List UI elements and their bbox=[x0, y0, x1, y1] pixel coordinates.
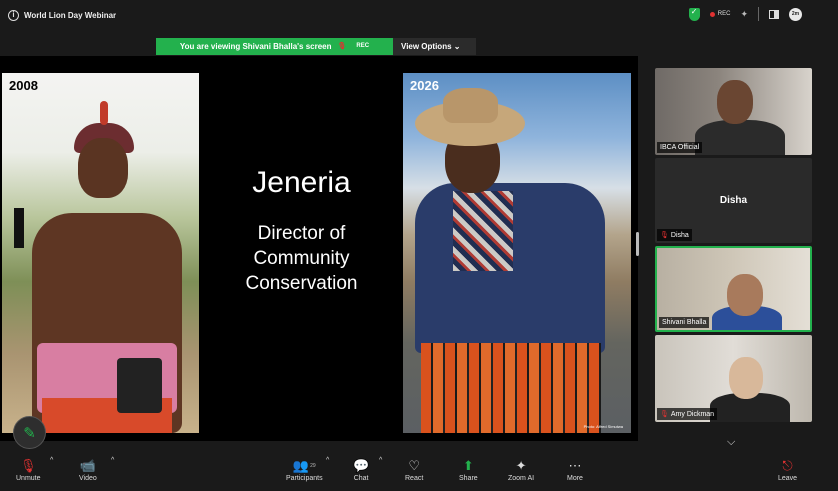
slide-role: Director of Community Conservation bbox=[200, 221, 403, 296]
photo-figure bbox=[78, 138, 128, 198]
view-options-label: View Options bbox=[401, 42, 452, 51]
recording-label: REC bbox=[717, 11, 731, 17]
divider bbox=[758, 7, 759, 21]
participants-label: Participants bbox=[286, 475, 323, 482]
security-shield-icon[interactable] bbox=[688, 7, 700, 21]
video-tile[interactable]: 🎙 Amy Dickman bbox=[655, 335, 812, 422]
mic-muted-icon: 🎙 bbox=[20, 458, 37, 473]
year-label-right: 2026 bbox=[410, 78, 439, 93]
mic-muted-icon: 🎙 bbox=[660, 411, 669, 418]
unmute-label: Unmute bbox=[16, 475, 41, 482]
participant-name-tag: IBCA Official bbox=[657, 142, 703, 153]
video-options-caret[interactable]: ^ bbox=[111, 457, 114, 464]
participant-figure bbox=[695, 120, 785, 155]
chat-icon: 💬 bbox=[353, 458, 370, 473]
viewing-screen-label: You are viewing Shivani Bhalla's screen … bbox=[156, 38, 393, 55]
participant-name-tag: Shivani Bhalla bbox=[659, 317, 710, 328]
react-label: React bbox=[405, 475, 424, 482]
unmute-button[interactable]: 🎙 Unmute bbox=[16, 457, 41, 482]
photo-figure bbox=[453, 191, 513, 271]
more-label: More bbox=[567, 475, 583, 482]
photo-figure bbox=[117, 358, 162, 413]
leave-button[interactable]: ⎋ Leave bbox=[778, 457, 797, 482]
photo-figure bbox=[443, 88, 498, 123]
mic-muted-icon: 🎙 bbox=[337, 43, 347, 50]
participant-name: Amy Dickman bbox=[670, 410, 715, 418]
record-dot-icon bbox=[709, 11, 715, 17]
participant-name: IBCA Official bbox=[660, 144, 700, 151]
participant-figure bbox=[717, 80, 753, 124]
screen-share-banner: You are viewing Shivani Bhalla's screen … bbox=[156, 38, 476, 55]
window-title: World Lion Day Webinar bbox=[24, 10, 117, 20]
zoom-ai-button[interactable]: ✦ Zoom AI bbox=[508, 457, 534, 482]
participant-figure bbox=[729, 357, 763, 399]
audio-options-caret[interactable]: ^ bbox=[50, 457, 53, 464]
pencil-icon: ✎ bbox=[23, 424, 36, 442]
view-options-button[interactable]: View Options ⌄ bbox=[393, 38, 476, 55]
share-label: Share bbox=[459, 475, 478, 482]
role-line: Conservation bbox=[245, 273, 358, 294]
participant-name: Shivani Bhalla bbox=[662, 319, 707, 326]
viewing-text: You are viewing Shivani Bhalla's screen bbox=[179, 42, 332, 51]
chat-button[interactable]: 💬 Chat bbox=[353, 457, 369, 482]
participants-button[interactable]: 👥 29 Participants bbox=[286, 457, 323, 482]
year-label-left: 2008 bbox=[9, 78, 38, 93]
react-button[interactable]: ♡ React bbox=[405, 457, 423, 482]
banner-rec-label: REC bbox=[356, 43, 370, 49]
video-button[interactable]: 📹 Video bbox=[79, 457, 97, 482]
chat-options-caret[interactable]: ^ bbox=[379, 457, 382, 464]
chevron-down-icon: ⌄ bbox=[453, 42, 461, 51]
title-bar: i World Lion Day Webinar REC ✦ 2m bbox=[0, 0, 838, 30]
leave-door-icon: ⎋ bbox=[782, 458, 793, 473]
video-label: Video bbox=[79, 475, 97, 482]
participants-icon: 👥 29 bbox=[292, 458, 316, 473]
share-screen-icon: ⬆ bbox=[462, 458, 474, 473]
video-tile[interactable]: IBCA Official bbox=[655, 68, 812, 155]
annotate-pencil-button[interactable]: ✎ bbox=[13, 416, 46, 449]
participant-name-tag: 🎙 Disha bbox=[657, 229, 692, 241]
mic-muted-icon: 🎙 bbox=[660, 232, 669, 239]
sparkle-icon: ✦ bbox=[515, 458, 527, 473]
role-line: Community bbox=[253, 248, 350, 269]
panel-resize-handle[interactable] bbox=[636, 232, 639, 256]
leave-label: Leave bbox=[778, 475, 798, 482]
role-line: Director of bbox=[257, 223, 346, 244]
photo-2008: 2008 bbox=[2, 73, 199, 433]
zoom-ai-label: Zoom AI bbox=[508, 475, 535, 482]
meeting-toolbar: 🎙 Unmute ^ 📹 Video ^ 👥 29 Participants ^ … bbox=[0, 451, 838, 491]
video-tile[interactable]: Disha 🎙 Disha bbox=[655, 158, 812, 243]
pin-icon[interactable]: ✦ bbox=[740, 9, 748, 20]
chat-label: Chat bbox=[353, 475, 369, 482]
title-bar-controls: REC ✦ 2m bbox=[688, 7, 802, 21]
more-icon: ⋯ bbox=[568, 458, 582, 473]
photo-credit: Photo: Alfred Simutwa bbox=[583, 424, 623, 429]
participant-display-name: Disha bbox=[719, 195, 748, 206]
info-icon[interactable]: i bbox=[8, 9, 19, 21]
chevron-down-icon[interactable]: ⌵ bbox=[727, 436, 735, 449]
recording-indicator[interactable]: REC bbox=[709, 11, 731, 17]
participants-count: 29 bbox=[310, 463, 316, 469]
heart-icon: ♡ bbox=[408, 458, 420, 473]
user-avatar[interactable]: 2m bbox=[789, 7, 802, 21]
participants-options-caret[interactable]: ^ bbox=[326, 457, 329, 464]
photo-figure bbox=[100, 101, 108, 125]
photo-figure bbox=[421, 343, 601, 433]
photo-2026: 2026 Photo: Alfred Simutwa bbox=[403, 73, 631, 433]
slide-name: Jeneria bbox=[252, 166, 351, 199]
participant-name: Disha bbox=[670, 231, 689, 239]
more-button[interactable]: ⋯ More bbox=[567, 457, 583, 482]
photo-figure bbox=[14, 208, 24, 248]
participant-figure bbox=[727, 274, 763, 316]
share-button[interactable]: ⬆ Share bbox=[459, 457, 478, 482]
video-tile-active-speaker[interactable]: Shivani Bhalla bbox=[655, 246, 812, 332]
view-layout-icon[interactable] bbox=[769, 9, 779, 19]
video-off-icon: 📹 bbox=[79, 458, 96, 473]
shared-screen: 2008 Jeneria Director of Community Conse… bbox=[0, 56, 638, 441]
participant-name-tag: 🎙 Amy Dickman bbox=[657, 408, 718, 420]
